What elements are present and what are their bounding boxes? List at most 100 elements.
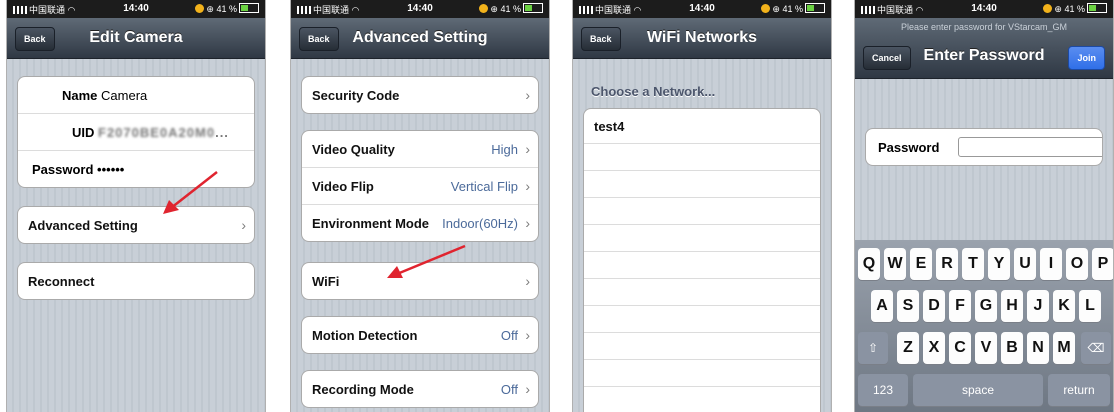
recording-mode-value: Off [500,382,518,397]
network-row[interactable]: test4 [584,109,820,144]
key-v[interactable]: V [975,332,997,364]
video-group: Video Quality High › Video Flip Vertical… [301,130,539,242]
key-l[interactable]: L [1079,290,1101,322]
video-flip-row[interactable]: Video Flip Vertical Flip › [302,168,538,205]
status-bar: 中国联通 ◠ 14:40 ⊕ 41 % [7,0,265,18]
rotation-lock-icon: ⊕ [1054,4,1062,14]
key-h[interactable]: H [1001,290,1023,322]
key-c[interactable]: C [949,332,971,364]
password-label: Password [878,140,940,155]
battery: ⊕ 41 % [195,3,259,15]
environment-mode-value: Indoor(60Hz) [442,216,518,231]
password-label: Password [32,162,94,177]
environment-mode-row[interactable]: Environment Mode Indoor(60Hz) › [302,205,538,241]
battery-icon [239,3,259,13]
red-arrow-icon [387,244,466,278]
empty-row [584,198,820,225]
recording-group: Recording Mode Off › [301,370,539,408]
page-title: Edit Camera [89,29,183,46]
key-y[interactable]: Y [988,248,1010,280]
video-quality-row[interactable]: Video Quality High › [302,131,538,168]
name-label: Name [62,88,98,103]
join-button[interactable]: Join [1068,46,1105,70]
key-n[interactable]: N [1027,332,1049,364]
nav-bar: Back Advanced Setting [291,18,549,59]
network-name: test4 [594,119,625,134]
shift-key-icon[interactable]: ⇧ [858,332,888,364]
motion-group: Motion Detection Off › [301,316,539,354]
reconnect-row[interactable]: Reconnect [18,263,254,299]
key-s[interactable]: S [897,290,919,322]
empty-row [584,171,820,198]
password-input[interactable] [958,137,1102,157]
video-flip-label: Video Flip [312,179,374,194]
key-t[interactable]: T [962,248,984,280]
key-space[interactable]: space [913,374,1043,406]
empty-row [584,306,820,333]
empty-row [584,333,820,360]
security-code-label: Security Code [312,88,400,103]
password-group: Password [865,128,1103,166]
app-icon [1043,4,1053,13]
key-w[interactable]: W [884,248,906,280]
nav-bar: Please enter password for VStarcam_GM Ca… [855,18,1113,79]
network-list: test4 [583,108,821,412]
reconnect-group: Reconnect [17,262,255,300]
key-u[interactable]: U [1014,248,1036,280]
security-code-row[interactable]: Security Code › [302,77,538,113]
chevron-right-icon: › [525,178,530,194]
key-i[interactable]: I [1040,248,1062,280]
key-return[interactable]: return [1048,374,1110,406]
app-icon [479,4,489,13]
uid-label: UID [72,125,95,140]
app-icon [195,4,205,13]
key-x[interactable]: X [923,332,945,364]
motion-detection-value: Off [500,328,518,343]
uid-row[interactable]: UID F2070BE0A20M0... [18,114,254,151]
empty-row [584,252,820,279]
chevron-right-icon: › [525,87,530,103]
name-row[interactable]: Name Camera [18,77,254,114]
red-arrow-icon [163,171,218,214]
nav-bar: Back Edit Camera [7,18,265,59]
motion-detection-row[interactable]: Motion Detection Off › [302,317,538,353]
screen-edit-camera: 中国联通 ◠ 14:40 ⊕ 41 % Back Edit Camera Nam… [6,0,266,412]
uid-value: F2070BE0A20M0... [98,125,229,140]
key-f[interactable]: F [949,290,971,322]
key-k[interactable]: K [1053,290,1075,322]
key-a[interactable]: A [871,290,893,322]
status-bar: 中国联通 ◠ 14:40 ⊕ 41 % [573,0,831,18]
empty-row [584,387,820,412]
video-flip-value: Vertical Flip [450,179,518,194]
key-j[interactable]: J [1027,290,1049,322]
section-header: Choose a Network... [591,84,716,99]
name-value: Camera [101,88,148,103]
key-q[interactable]: Q [858,248,880,280]
status-bar: 中国联通 ◠ 14:40 ⊕ 41 % [291,0,549,18]
nav-bar: Back WiFi Networks [573,18,831,59]
key-p[interactable]: P [1092,248,1113,280]
battery: ⊕ 41 % [1043,3,1107,15]
battery-icon [523,3,543,13]
key-g[interactable]: G [975,290,997,322]
app-icon [761,4,771,13]
key-o[interactable]: O [1066,248,1088,280]
video-quality-label: Video Quality [312,142,395,157]
key-m[interactable]: M [1053,332,1075,364]
key-123[interactable]: 123 [858,374,908,406]
rotation-lock-icon: ⊕ [772,4,780,14]
key-z[interactable]: Z [897,332,919,364]
key-d[interactable]: D [923,290,945,322]
chevron-right-icon: › [525,215,530,231]
key-e[interactable]: E [910,248,932,280]
key-b[interactable]: B [1001,332,1023,364]
battery-icon [805,3,825,13]
wifi-label: WiFi [312,274,340,289]
motion-detection-label: Motion Detection [312,328,418,343]
recording-mode-row[interactable]: Recording Mode Off › [302,371,538,407]
backspace-key-icon[interactable]: ⌫ [1081,332,1111,364]
key-r[interactable]: R [936,248,958,280]
chevron-right-icon: › [525,381,530,397]
chevron-right-icon: › [525,141,530,157]
prompt-text: Please enter password for VStarcam_GM [900,22,1068,32]
